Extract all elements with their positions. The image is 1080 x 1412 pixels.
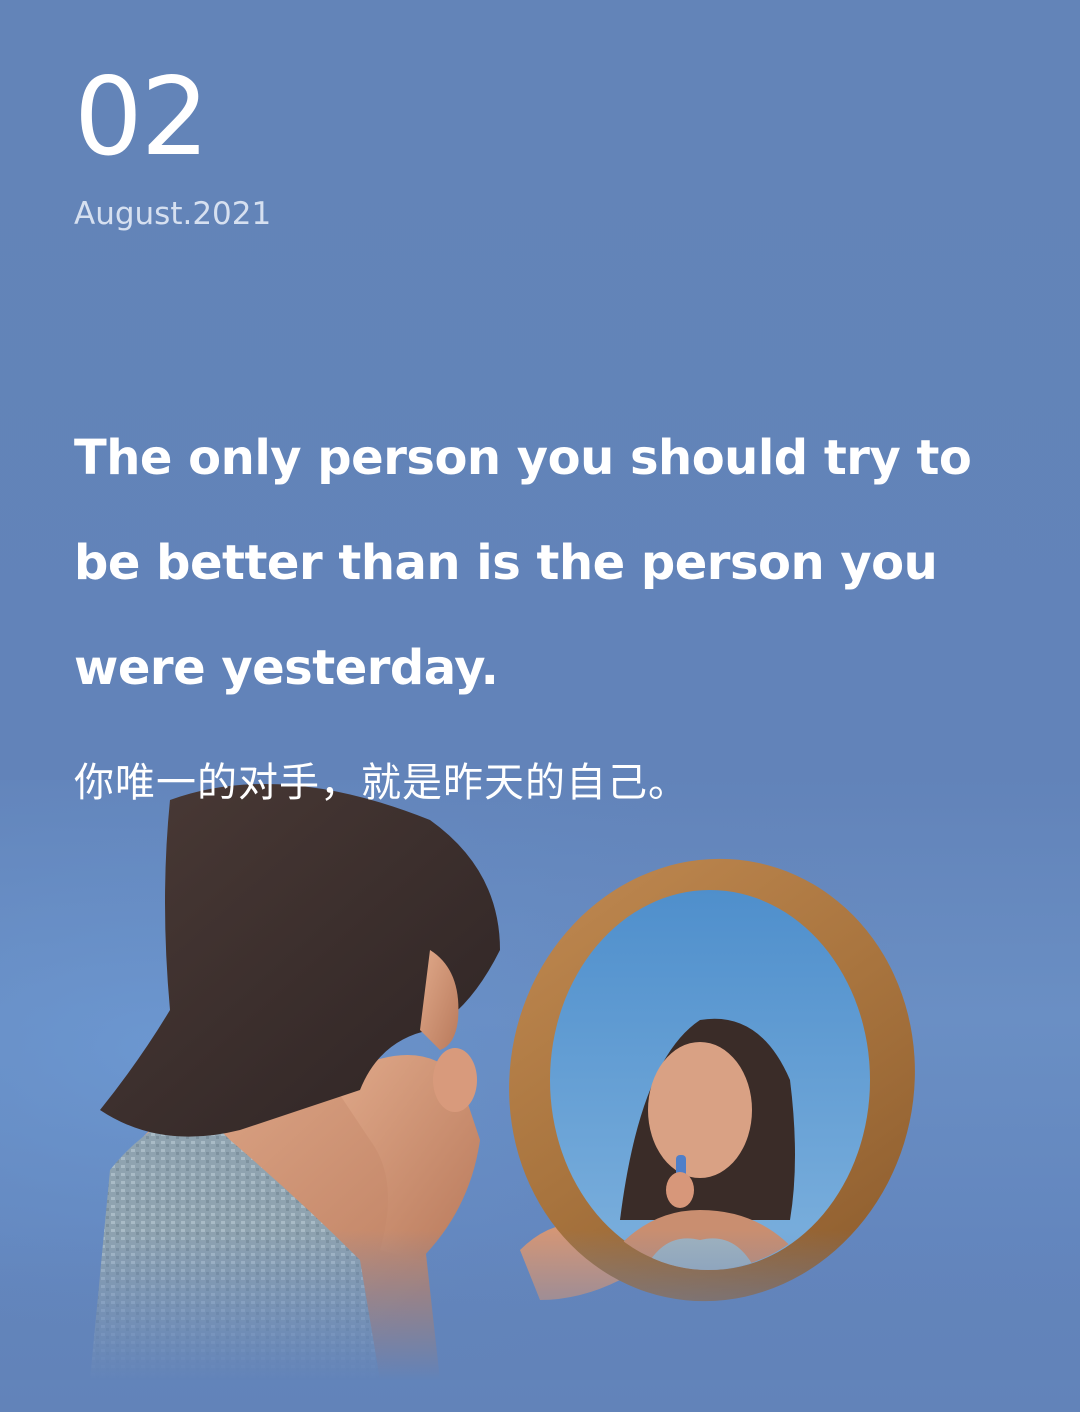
english-quote: The only person you should try to be bet… xyxy=(74,430,972,696)
quote-card: 02 August.2021 The only person you shoul… xyxy=(0,0,1080,1412)
day-number: 02 xyxy=(74,55,209,180)
chinese-quote: 你唯一的对手，就是昨天的自己。 xyxy=(74,760,689,806)
woman-mirror-photo xyxy=(0,780,1080,1380)
month-year-label: August.2021 xyxy=(74,196,272,232)
